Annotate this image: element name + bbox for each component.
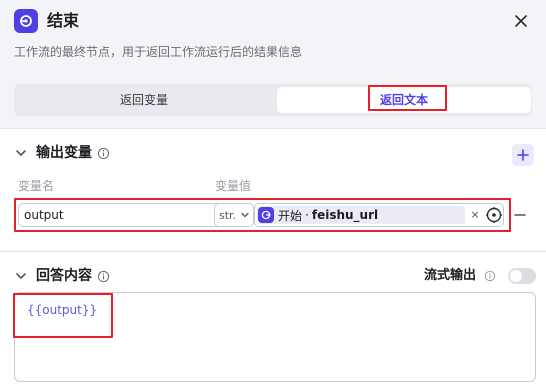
tab-return-text[interactable]: 返回文本 — [277, 87, 531, 113]
clear-reference-icon[interactable]: × — [469, 207, 481, 223]
start-node-icon — [258, 207, 274, 223]
variable-type-select[interactable]: str. — [214, 203, 254, 227]
stream-output-toggle[interactable] — [508, 268, 536, 284]
column-label-value: 变量值 — [215, 179, 252, 193]
node-header: 结束 工作流的最终节点，用于返回工作流运行后的结果信息 — [0, 0, 546, 74]
info-icon[interactable] — [97, 270, 110, 283]
output-variables-section: 输出变量 变量名 变量值 str. 开始 · feishu_url × — [0, 128, 546, 250]
answer-content-text[interactable]: {{output}} — [27, 302, 97, 318]
reference-node-name: 开始 — [278, 208, 303, 223]
answer-section-header[interactable]: 回答内容 — [14, 266, 110, 286]
mode-segmented-control: 返回变量 返回文本 — [14, 84, 532, 116]
variable-type-value: str. — [219, 208, 236, 222]
chevron-down-icon[interactable] — [14, 146, 28, 160]
output-section-title: 输出变量 — [36, 145, 92, 161]
node-title[interactable]: 结束 — [47, 10, 79, 32]
chevron-down-icon — [241, 212, 249, 218]
add-variable-button[interactable] — [512, 144, 534, 166]
chevron-down-icon[interactable] — [14, 269, 28, 283]
reference-variable-name: feishu_url — [311, 208, 379, 222]
output-section-header[interactable]: 输出变量 — [14, 143, 110, 163]
reference-tag[interactable]: 开始 · feishu_url — [257, 206, 465, 224]
info-icon[interactable] — [97, 147, 110, 160]
target-icon[interactable] — [485, 206, 503, 224]
column-label-name: 变量名 — [18, 179, 55, 193]
stream-output-label: 流式输出 — [424, 268, 477, 283]
node-description[interactable]: 工作流的最终节点，用于返回工作流运行后的结果信息 — [14, 44, 302, 60]
variable-row: str. 开始 · feishu_url × — [14, 200, 510, 231]
answer-section-title: 回答内容 — [36, 268, 92, 284]
variable-name-input[interactable] — [18, 203, 224, 227]
tab-return-variables[interactable]: 返回变量 — [17, 87, 271, 113]
close-icon[interactable] — [512, 12, 530, 30]
answer-content-section: 回答内容 流式输出 {{output}} — [0, 251, 546, 392]
variable-reference-field[interactable]: 开始 · feishu_url × — [254, 203, 504, 227]
toggle-knob — [510, 270, 522, 282]
remove-variable-icon[interactable] — [514, 209, 526, 221]
plus-icon — [517, 149, 529, 161]
answer-content-editor[interactable]: {{output}} — [14, 292, 536, 382]
reference-separator: · — [305, 208, 309, 222]
end-node-icon — [14, 9, 38, 33]
info-icon[interactable] — [484, 270, 496, 282]
